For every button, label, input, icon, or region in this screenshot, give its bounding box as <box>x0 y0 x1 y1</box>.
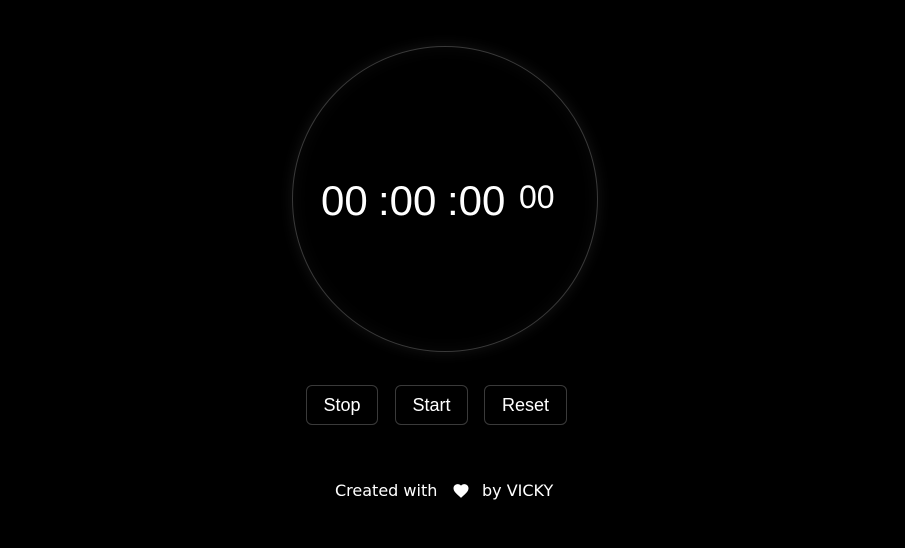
clock-face <box>292 46 598 352</box>
heart-icon <box>453 484 469 498</box>
footer-credit: Created with by VICKY <box>0 480 905 502</box>
footer-prefix: Created with <box>335 481 438 500</box>
footer-suffix: by VICKY <box>482 481 554 500</box>
start-button[interactable]: Start <box>395 385 468 425</box>
stop-button[interactable]: Stop <box>306 385 378 425</box>
stopwatch-page: 00 :00 :00 00 Stop Start Reset Created w… <box>0 0 905 548</box>
control-buttons: Stop Start Reset <box>0 385 905 425</box>
reset-button[interactable]: Reset <box>484 385 567 425</box>
